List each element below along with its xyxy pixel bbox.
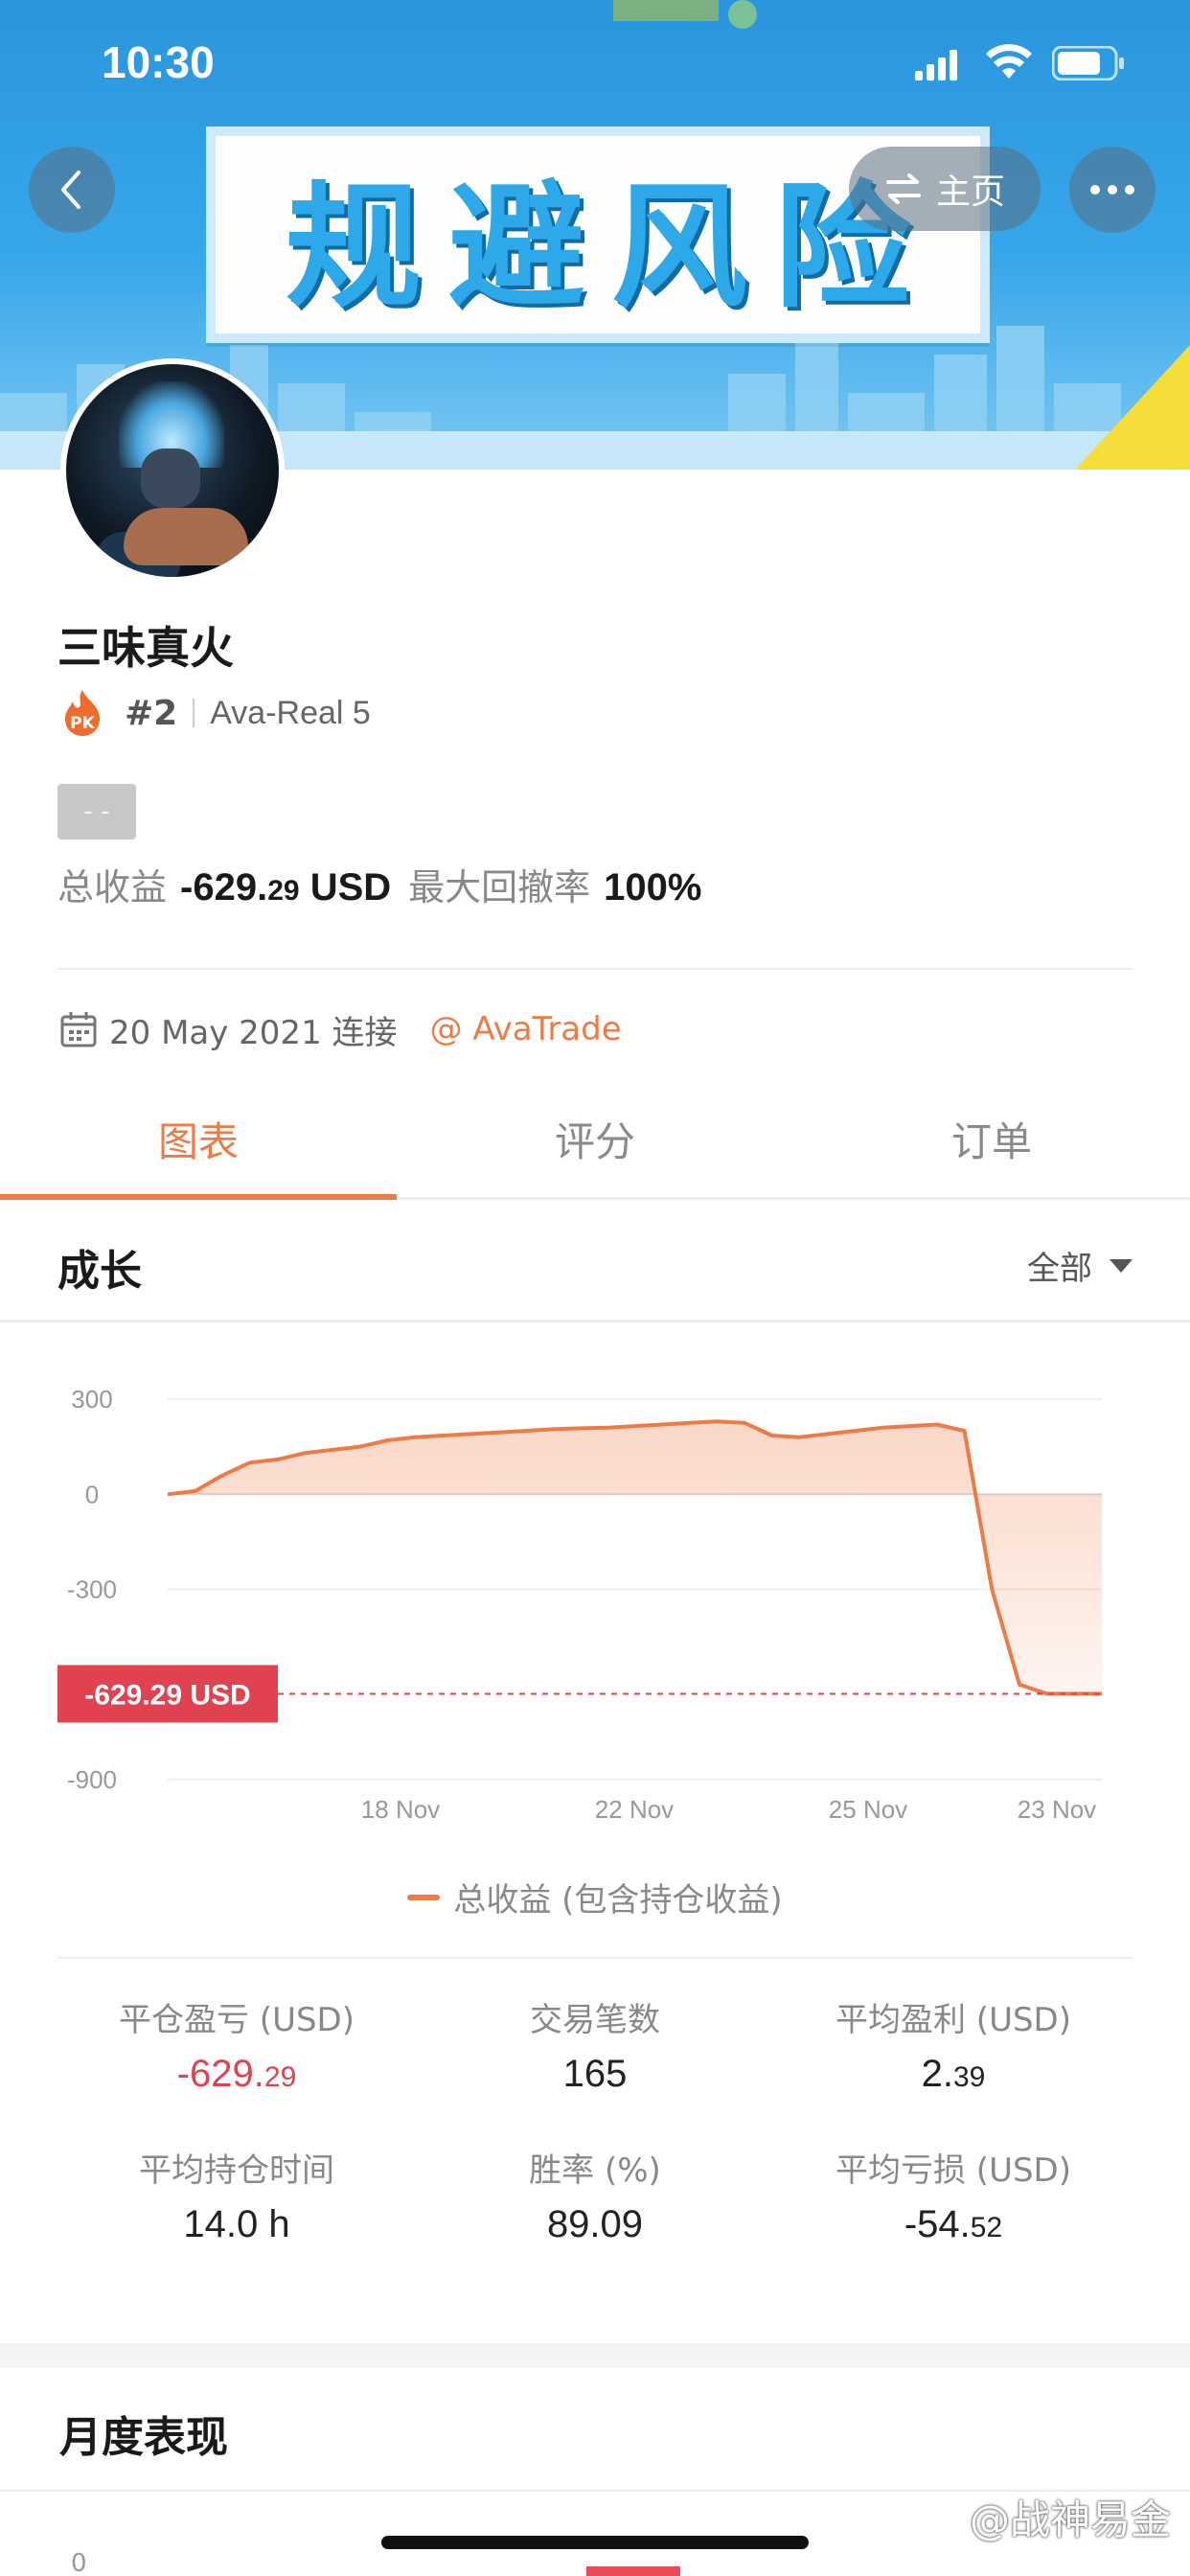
growth-chart-svg: 300 0 -300 -900 -629.29 USD 18 Nov 22 Nov 25 No… bbox=[57, 1385, 1102, 1824]
metric-value: -54.52 bbox=[774, 2203, 1133, 2246]
connection-info: 20 May 2021 连接 @ AvaTrade bbox=[59, 1002, 622, 1056]
max-drawdown-label: 最大回撤率 bbox=[408, 866, 591, 908]
metric-label: 交易笔数 bbox=[530, 2001, 660, 2039]
metric-trade-count: 交易笔数 165 bbox=[416, 1993, 774, 2096]
metric-value: 2.39 bbox=[774, 2053, 1133, 2096]
chevron-left-icon bbox=[61, 171, 80, 209]
legend-swatch bbox=[407, 1894, 441, 1900]
weibo-icon bbox=[927, 2504, 962, 2532]
metric-value-decimals: 52 bbox=[970, 2212, 1003, 2243]
max-drawdown-value: 100% bbox=[604, 866, 702, 908]
metric-value-main: 89.09 bbox=[546, 2203, 644, 2245]
avatar-art bbox=[124, 508, 248, 565]
metric-value-main: -629. bbox=[176, 2053, 264, 2095]
switch-icon bbox=[885, 173, 921, 204]
metric-value: 89.09 bbox=[416, 2203, 774, 2246]
avatar-art bbox=[141, 448, 200, 508]
status-time: 10:30 bbox=[102, 37, 215, 87]
metric-value-main: 165 bbox=[562, 2053, 628, 2095]
banner-corner-decoration bbox=[1075, 345, 1190, 470]
monthly-bar bbox=[586, 2566, 680, 2576]
tab-orders[interactable]: 订单 bbox=[793, 1081, 1190, 1197]
back-button[interactable] bbox=[29, 147, 115, 233]
caret-down-icon bbox=[1110, 1258, 1133, 1273]
metrics-grid: 平仓盈亏 (USD) -629.29 交易笔数 165 平均盈利 (USD) 2… bbox=[57, 1993, 1133, 2246]
rank-label: #2 bbox=[125, 693, 178, 733]
metric-value-main: 2. bbox=[921, 2053, 953, 2095]
pk-flame-icon: PK bbox=[65, 690, 100, 736]
calendar-icon bbox=[60, 1012, 97, 1047]
broker-link[interactable]: @ AvaTrade bbox=[430, 1010, 622, 1048]
tab-rating[interactable]: 评分 bbox=[397, 1081, 793, 1197]
home-button[interactable]: 主页 bbox=[849, 147, 1041, 231]
svg-text:PK: PK bbox=[70, 714, 95, 733]
more-options-button[interactable] bbox=[1069, 147, 1156, 233]
y-tick-label: 300 bbox=[71, 1385, 112, 1414]
battery-icon bbox=[1052, 46, 1124, 80]
series-area bbox=[168, 1421, 1102, 1694]
metric-value: 165 bbox=[416, 2053, 774, 2096]
total-return-label: 总收益 bbox=[57, 866, 168, 908]
x-tick-label: 23 Nov bbox=[1018, 1795, 1096, 1824]
growth-section-header: 成长 全部 bbox=[0, 1200, 1190, 1322]
growth-title: 成长 bbox=[57, 1247, 142, 1296]
metric-label: 胜率 (%) bbox=[529, 2151, 661, 2190]
range-filter-dropdown[interactable]: 全部 bbox=[1027, 1242, 1133, 1289]
total-return-decimals: 29 bbox=[267, 875, 300, 907]
metric-closed-pnl: 平仓盈亏 (USD) -629.29 bbox=[57, 1993, 416, 2096]
metric-value: 14.0 h bbox=[57, 2203, 416, 2246]
watermark: @战神易金 bbox=[926, 2488, 1171, 2546]
current-value-label: -629.29 USD bbox=[84, 1679, 250, 1711]
divider bbox=[57, 968, 1133, 970]
trader-name: 三味真火 bbox=[57, 622, 234, 674]
monthly-axis-zero-label: 0 bbox=[71, 2549, 87, 2576]
growth-chart[interactable]: 300 0 -300 -900 -629.29 USD 18 Nov 22 Nov 25 No… bbox=[0, 1332, 1190, 1830]
metric-value-main: 14.0 h bbox=[183, 2203, 290, 2245]
total-return-integer: -629. bbox=[180, 866, 268, 908]
x-tick-label: 22 Nov bbox=[595, 1795, 674, 1824]
strategy-tag: - - bbox=[57, 784, 136, 840]
metric-avg-loss: 平均亏损 (USD) -54.52 bbox=[774, 2144, 1133, 2246]
x-tick-label: 25 Nov bbox=[829, 1795, 907, 1824]
watermark-text: @战神易金 bbox=[970, 2496, 1172, 2543]
more-dots-icon bbox=[1090, 185, 1134, 195]
total-return-value: -629.29 USD bbox=[180, 866, 391, 909]
range-filter-label: 全部 bbox=[1027, 1250, 1092, 1288]
tab-chart[interactable]: 图表 bbox=[0, 1081, 397, 1200]
tab-bar: 图表 评分 订单 bbox=[0, 1081, 1190, 1200]
total-return-unit: USD bbox=[309, 866, 392, 908]
summary-stats: 总收益 -629.29 USD 最大回撤率 100% bbox=[57, 858, 719, 915]
home-button-label: 主页 bbox=[935, 172, 1005, 212]
divider bbox=[193, 699, 195, 727]
metric-value-decimals: 39 bbox=[952, 2061, 986, 2093]
connected-date: 20 May 2021 连接 bbox=[109, 1013, 398, 1052]
banner-title: 规避风险 bbox=[286, 169, 937, 327]
metric-win-rate: 胜率 (%) 89.09 bbox=[416, 2144, 774, 2246]
y-tick-label: 0 bbox=[85, 1480, 99, 1508]
metric-label: 平均持仓时间 bbox=[139, 2151, 334, 2190]
metric-label: 平仓盈亏 (USD) bbox=[119, 2001, 355, 2039]
metric-value-decimals: 29 bbox=[263, 2061, 297, 2093]
metric-avg-profit: 平均盈利 (USD) 2.39 bbox=[774, 1993, 1133, 2096]
divider bbox=[57, 1957, 1133, 1959]
status-bar: 10:30 bbox=[0, 0, 1190, 126]
y-tick-label: -300 bbox=[67, 1576, 117, 1604]
section-separator bbox=[0, 2343, 1190, 2368]
chart-legend: 总收益 (包含持仓收益) bbox=[0, 1874, 1190, 1920]
x-tick-label: 18 Nov bbox=[361, 1795, 440, 1824]
avatar[interactable] bbox=[60, 358, 285, 583]
trader-meta-row: PK #2 Ava-Real 5 bbox=[57, 686, 371, 740]
y-tick-label: -900 bbox=[67, 1765, 117, 1794]
metric-avg-hold-time: 平均持仓时间 14.0 h bbox=[57, 2144, 416, 2246]
metric-label: 平均盈利 (USD) bbox=[835, 2001, 1071, 2039]
account-name: Ava-Real 5 bbox=[210, 694, 371, 731]
metric-label: 平均亏损 (USD) bbox=[835, 2151, 1071, 2190]
wifi-icon bbox=[986, 44, 1032, 79]
metric-value: -629.29 bbox=[57, 2053, 416, 2096]
metric-value-main: -54. bbox=[904, 2203, 971, 2245]
home-indicator[interactable] bbox=[381, 2536, 809, 2549]
monthly-performance-title: 月度表现 bbox=[59, 2413, 228, 2462]
cellular-signal-icon bbox=[915, 50, 957, 80]
legend-label: 总收益 (包含持仓收益) bbox=[453, 1881, 783, 1920]
